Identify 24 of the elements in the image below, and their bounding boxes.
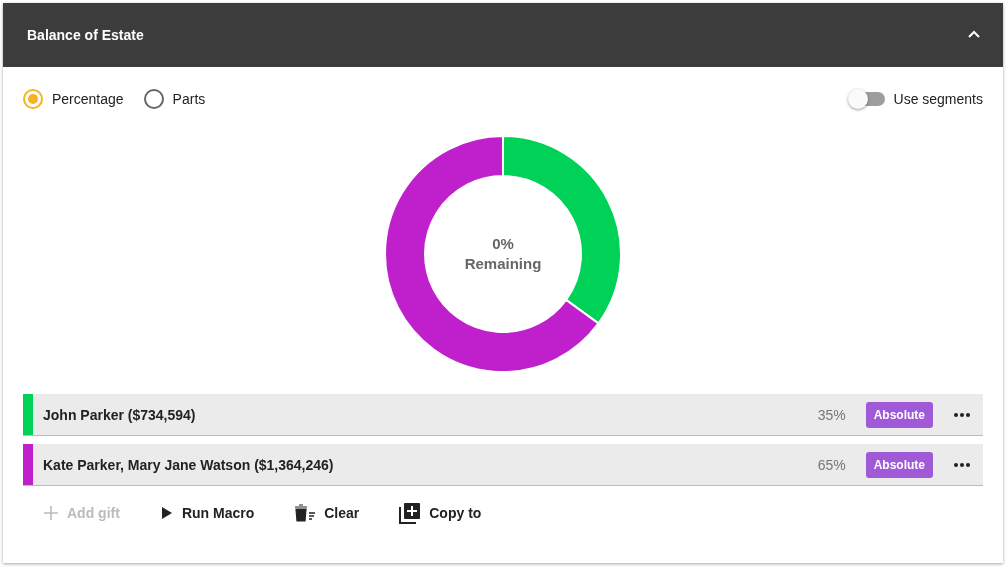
more-icon[interactable] [953,461,971,468]
remaining-caption: Remaining [464,254,542,274]
mode-radio[interactable]: Percentage [23,89,124,109]
panel-title: Balance of Estate [27,27,144,43]
action-button[interactable]: Run Macro [159,505,255,521]
trash-icon [294,504,317,522]
action-button[interactable]: Clear [294,504,360,522]
segments-toggle[interactable] [850,92,885,106]
toggle-label: Use segments [893,91,983,107]
gift-label: Kate Parker, Mary Jane Watson ($1,364,246) [42,456,335,473]
absolute-button[interactable]: Absolute [865,451,933,478]
absolute-button[interactable]: Absolute [865,401,933,428]
remaining-value: 0% [492,234,514,254]
gift-percent: 35% [817,406,846,423]
play-icon [159,505,174,521]
more-icon[interactable] [953,411,971,418]
gift-row[interactable]: Kate Parker, Mary Jane Watson ($1,364,246) 65% Absolute [23,444,983,486]
gift-row[interactable]: John Parker ($734,594) 35% Absolute [23,394,983,436]
copy-icon [399,502,422,524]
mode-radio[interactable]: Parts [143,89,206,109]
plus-icon [43,505,59,521]
action-button[interactable]: Copy to [399,502,482,524]
gift-percent: 65% [817,456,846,473]
gift-label: John Parker ($734,594) [42,406,197,423]
